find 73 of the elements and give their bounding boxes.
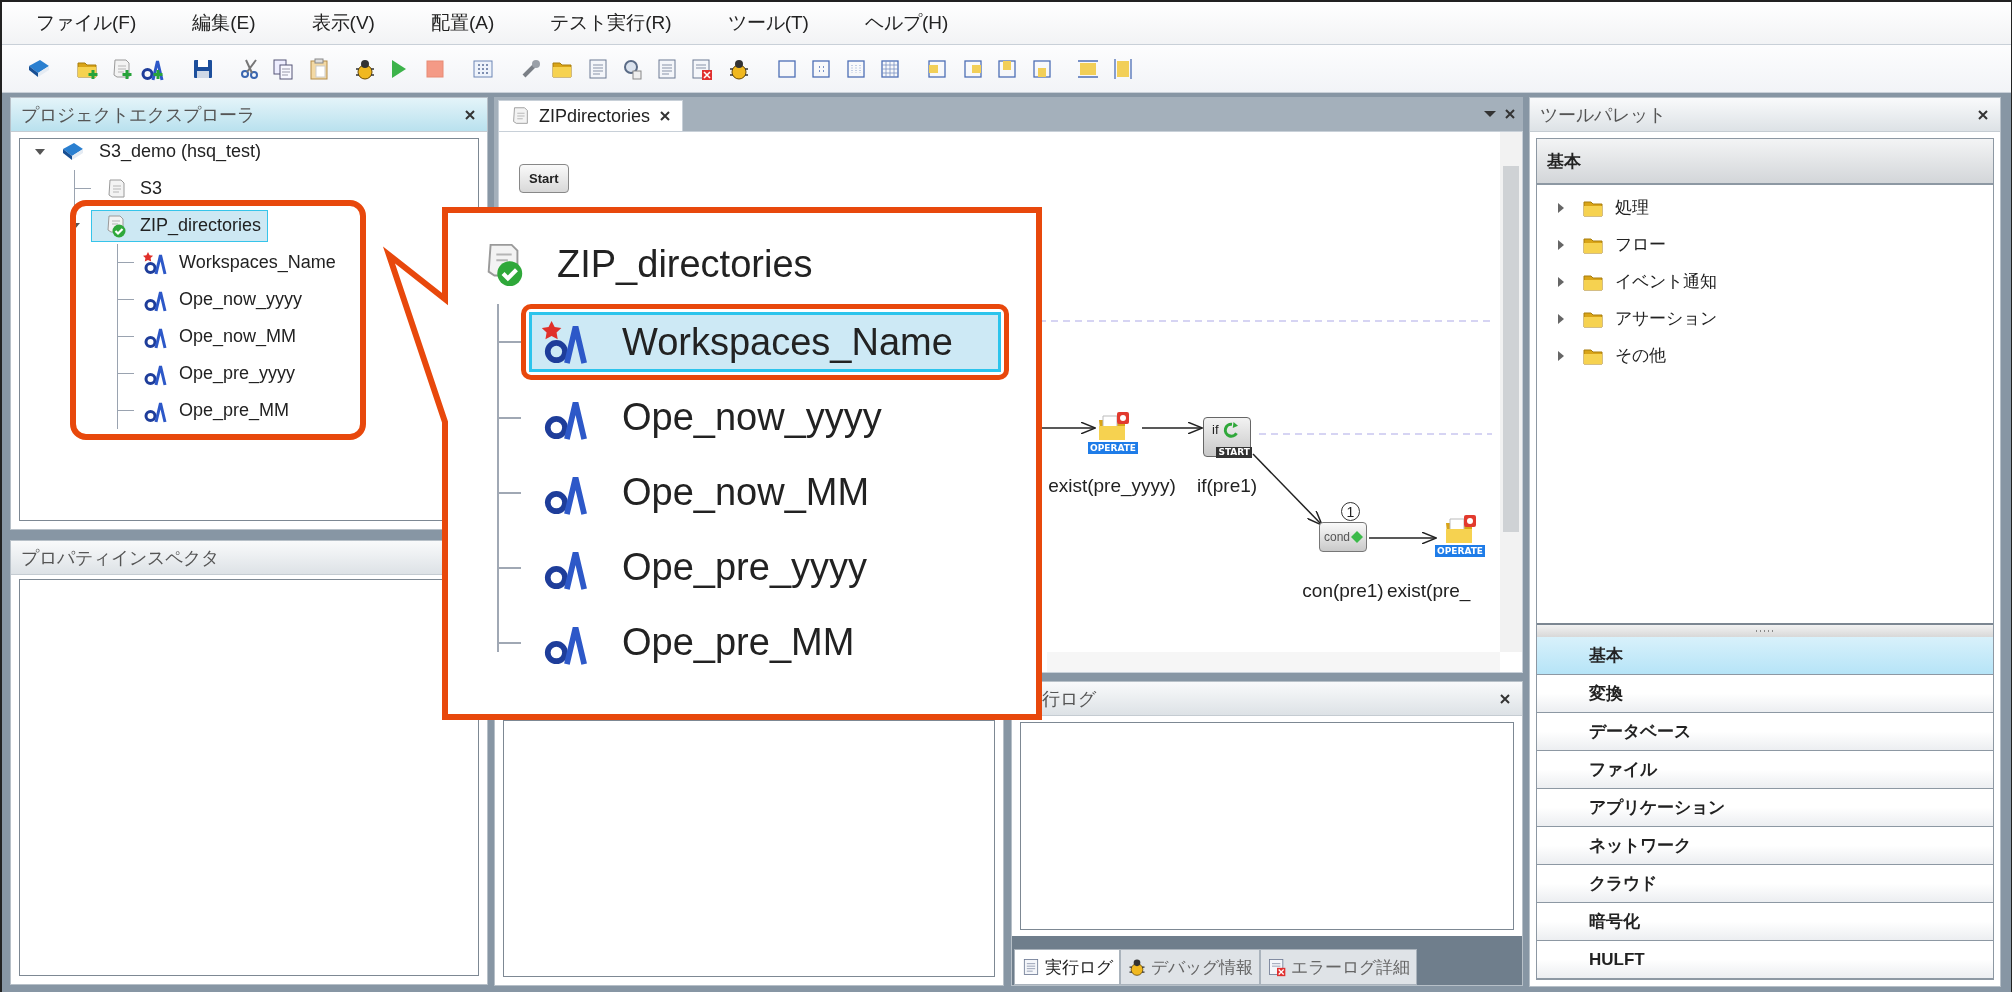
node-text: cond [1324, 530, 1351, 544]
menu-item[interactable]: ファイル(F) [36, 10, 137, 36]
log-tab[interactable]: 実行ログ [1014, 949, 1120, 985]
folder-label[interactable]: イベント通知 [1615, 270, 1717, 293]
arrow-icon [1222, 422, 1241, 440]
node-label: con(pre1) [1302, 580, 1384, 602]
tree-item[interactable]: Ope_now_MM [134, 320, 304, 353]
tree-item: Ope_pre_MM [529, 612, 1001, 673]
node-label: exist(pre_yyyy) [1048, 475, 1176, 497]
menu-item[interactable]: 表示(V) [311, 10, 375, 36]
category-item[interactable]: 基本 [1537, 637, 1993, 675]
node-label: exist(pre_ [1387, 580, 1471, 602]
menu-item[interactable]: ツール(T) [727, 10, 809, 36]
tree-item[interactable]: ZIP_directories [91, 209, 269, 242]
error-list-icon[interactable] [690, 56, 714, 81]
callout-title: ZIP_directories [557, 242, 813, 286]
scroll-check-icon [104, 213, 128, 238]
bug-icon [1127, 957, 1147, 977]
panel-title: プロジェクトエクスプローラ [21, 103, 255, 127]
variable-star-icon [542, 319, 588, 365]
editor-tab[interactable]: ZIPdirectories [498, 100, 684, 131]
node-tag: OPERATE [1088, 442, 1138, 454]
close-icon[interactable] [463, 107, 477, 122]
cond-node[interactable]: cond [1319, 522, 1367, 552]
log-tab[interactable]: エラーログ詳細 [1260, 949, 1417, 985]
folder-label[interactable]: その他 [1615, 344, 1666, 367]
menu-item[interactable]: 配置(A) [430, 10, 495, 36]
close-icon[interactable] [658, 109, 673, 123]
horizontal-scrollbar[interactable] [1047, 652, 1500, 672]
panel-title: ツールパレット [1540, 103, 1666, 127]
tree-item[interactable]: Ope_now_yyyy [134, 283, 310, 316]
variable-star-icon [143, 250, 167, 275]
error-list-icon [1267, 957, 1287, 977]
paste-icon[interactable] [307, 56, 331, 81]
tree-item[interactable]: Ope_pre_yyyy [134, 357, 303, 390]
tree-item[interactable]: S3_demo (hsq_test) [54, 135, 269, 168]
menu-item[interactable]: 編集(E) [192, 10, 256, 36]
panel-title: プロパティインスペクタ [21, 546, 219, 570]
tree-item[interactable]: Workspaces_Name [134, 246, 343, 279]
if-node[interactable]: if START [1203, 417, 1251, 457]
list-icon[interactable] [586, 56, 610, 81]
tree-item: Ope_pre_yyyy [529, 537, 1001, 598]
count-badge: 1 [1341, 502, 1360, 521]
menu-item[interactable]: ヘルプ(H) [864, 10, 949, 36]
diamond-icon [1351, 531, 1364, 543]
vertical-scrollbar[interactable] [1500, 132, 1522, 652]
tree-item: Ope_now_MM [529, 462, 1001, 523]
tree-item[interactable]: S3 [91, 172, 170, 205]
section-header[interactable]: 基本 [1537, 139, 1993, 185]
node-text: if [1212, 422, 1219, 437]
log-tab[interactable]: デバッグ情報 [1120, 949, 1260, 985]
folder-label[interactable]: 処理 [1615, 196, 1649, 219]
node-tag: OPERATE [1435, 545, 1485, 557]
copy-icon[interactable] [271, 56, 295, 81]
start-node[interactable]: Start [519, 164, 569, 193]
panel-title: 行ログ [1042, 687, 1096, 711]
splitter-handle[interactable] [1754, 628, 1776, 634]
connector-arrow [1368, 531, 1438, 545]
list-icon [1021, 957, 1041, 977]
node-label: if(pre1) [1196, 475, 1258, 497]
align-icon[interactable] [1111, 56, 1135, 81]
tree-item: Workspaces_Name [529, 312, 1001, 372]
close-icon[interactable] [1503, 107, 1517, 121]
folder-label[interactable]: アサーション [1615, 307, 1717, 330]
menu-item[interactable]: テスト実行(R) [550, 10, 672, 36]
close-icon[interactable] [1976, 107, 1990, 122]
node-tag: START [1216, 447, 1252, 458]
tree-item[interactable]: Ope_pre_MM [134, 394, 297, 427]
list-icon[interactable] [655, 56, 679, 81]
close-icon[interactable] [1498, 691, 1512, 706]
connector-arrow [1141, 421, 1204, 435]
folder-label[interactable]: フロー [1615, 233, 1666, 256]
tree-item: Ope_now_yyyy [529, 387, 1001, 448]
